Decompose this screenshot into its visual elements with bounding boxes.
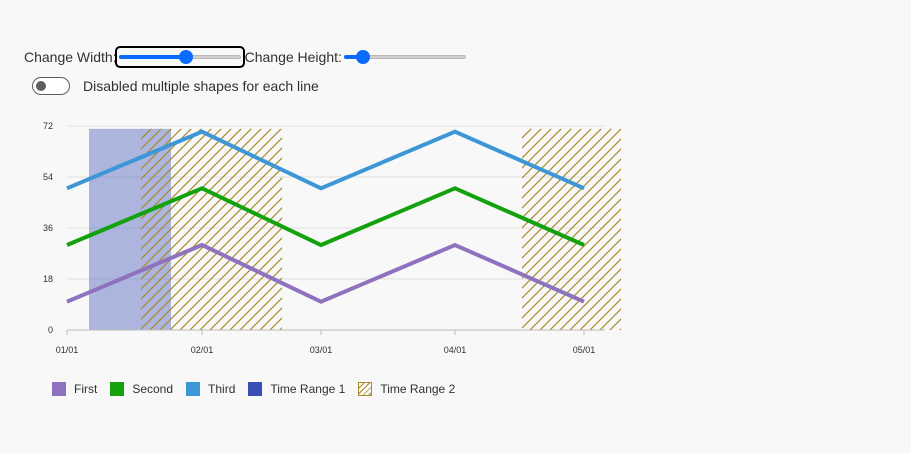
legend-label: Second <box>132 382 174 396</box>
legend-swatch <box>186 382 201 396</box>
legend: First Second Third Time Range 1 Time Range 2 <box>52 382 468 396</box>
legend-swatch <box>358 382 373 396</box>
legend-swatch <box>248 382 263 396</box>
x-tick-label: 04/01 <box>444 345 467 355</box>
legend-item[interactable]: Third <box>186 382 235 396</box>
x-tick-label: 05/01 <box>573 345 596 355</box>
x-tick-label: 02/01 <box>191 345 214 355</box>
legend-label: Time Range 1 <box>270 382 346 396</box>
x-tick-label: 01/01 <box>56 345 79 355</box>
y-tick-label: 0 <box>48 325 53 335</box>
legend-item[interactable]: Time Range 2 <box>358 382 455 396</box>
legend-label: Third <box>208 382 236 396</box>
y-tick-label: 72 <box>43 121 53 131</box>
time-range-2-band <box>522 128 621 330</box>
y-tick-label: 18 <box>43 274 53 284</box>
y-tick-label: 36 <box>43 223 53 233</box>
legend-item[interactable]: Second <box>110 382 173 396</box>
legend-swatch <box>110 382 125 396</box>
y-tick-label: 54 <box>43 172 53 182</box>
x-tick-label: 03/01 <box>310 345 333 355</box>
legend-swatch <box>52 382 66 396</box>
legend-item[interactable]: Time Range 1 <box>248 382 345 396</box>
legend-label: First <box>74 382 98 396</box>
legend-item[interactable]: First <box>52 382 97 396</box>
legend-label: Time Range 2 <box>380 382 456 396</box>
